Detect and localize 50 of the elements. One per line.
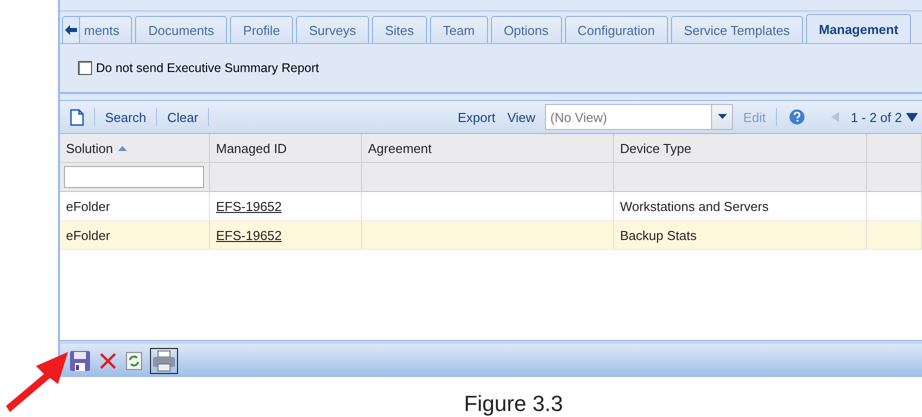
dropdown-triangle-icon[interactable] bbox=[906, 112, 918, 122]
view-label: View bbox=[506, 110, 536, 124]
tab[interactable]: Management bbox=[806, 14, 912, 43]
scroll-left-button[interactable] bbox=[62, 16, 80, 43]
column-label: Solution bbox=[66, 140, 113, 156]
tab[interactable]: Documents bbox=[135, 16, 228, 43]
search-button[interactable]: Search bbox=[99, 110, 152, 124]
tab[interactable]: Service Templates bbox=[670, 16, 803, 43]
filter-field[interactable] bbox=[64, 166, 204, 188]
column-header[interactable]: Managed ID bbox=[210, 134, 362, 163]
table-cell: eFolder bbox=[60, 221, 210, 250]
delete-button[interactable] bbox=[98, 350, 118, 370]
table-cell: eFolder bbox=[60, 192, 210, 221]
filter-cell bbox=[867, 163, 922, 192]
checkbox[interactable] bbox=[78, 61, 92, 75]
caret-icon bbox=[718, 114, 727, 120]
paging-info: 1 - 2 of 2 bbox=[850, 110, 902, 124]
close-icon bbox=[100, 352, 116, 368]
printer-icon bbox=[152, 350, 176, 372]
tab[interactable]: Profile bbox=[230, 16, 294, 43]
tab[interactable]: Surveys bbox=[296, 16, 369, 43]
figure-caption: Figure 3.3 bbox=[462, 391, 564, 417]
tab[interactable]: Options bbox=[490, 16, 562, 43]
table-cell: Backup Stats bbox=[614, 221, 867, 250]
managed-id-link[interactable]: EFS-19652 bbox=[216, 198, 282, 214]
new-document-icon[interactable] bbox=[70, 108, 84, 126]
tab[interactable]: Configuration bbox=[564, 16, 668, 43]
column-header[interactable]: Device Type bbox=[614, 134, 867, 163]
tab[interactable]: ments bbox=[80, 16, 132, 43]
tab[interactable]: Team bbox=[430, 16, 488, 43]
column-label: Device Type bbox=[620, 140, 692, 156]
table-cell: Workstations and Servers bbox=[614, 192, 867, 221]
tab[interactable]: Sites bbox=[372, 16, 427, 43]
refresh-button[interactable] bbox=[124, 350, 144, 372]
sort-ascending-icon bbox=[118, 146, 127, 150]
column-label: Agreement bbox=[368, 140, 432, 156]
view-select[interactable]: (No View) bbox=[545, 104, 734, 130]
managed-id-link[interactable]: EFS-19652 bbox=[216, 228, 282, 242]
save-icon bbox=[70, 350, 90, 370]
column-header[interactable]: Agreement bbox=[362, 134, 614, 163]
clear-button[interactable]: Clear bbox=[161, 110, 204, 124]
refresh-icon bbox=[126, 352, 142, 370]
column-header[interactable]: Solution bbox=[60, 134, 210, 163]
column-label: Managed ID bbox=[216, 140, 287, 156]
export-button[interactable]: Export bbox=[452, 110, 502, 124]
arrow-left-icon bbox=[65, 25, 77, 35]
checkbox-label: Do not send Executive Summary Report bbox=[96, 61, 320, 75]
help-icon[interactable] bbox=[788, 109, 805, 125]
save-button[interactable] bbox=[68, 348, 92, 372]
print-button[interactable] bbox=[150, 348, 178, 374]
